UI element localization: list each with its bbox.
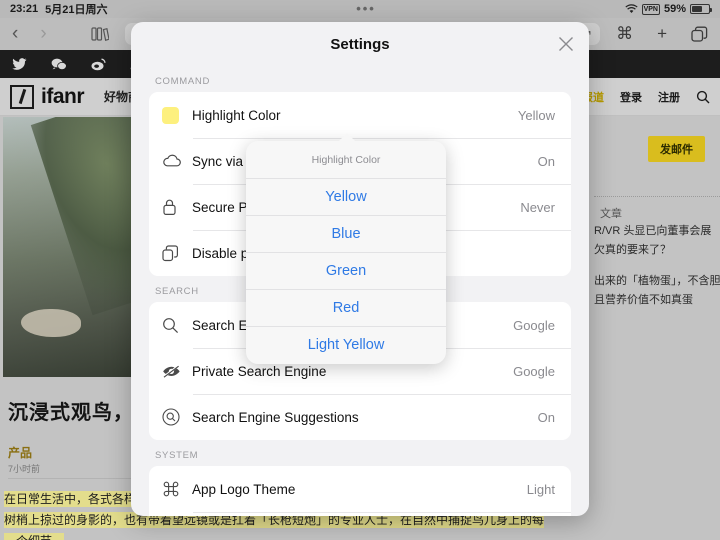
row-search-engine-suggestions[interactable]: Search Engine Suggestions On — [149, 394, 571, 440]
eye-slash-icon — [162, 364, 192, 378]
right-column-heading: 文章 — [600, 208, 622, 220]
row-value: Never — [520, 199, 555, 215]
site-nav-register[interactable]: 注册 — [658, 89, 680, 105]
row-app-logo-theme[interactable]: App Logo Theme Light — [149, 466, 571, 512]
highlight-line-3: 一个细节。 — [4, 533, 65, 540]
article-timestamp: 7小时前 — [8, 464, 41, 474]
popover-option-green[interactable]: Green — [246, 252, 446, 289]
search-icon — [162, 317, 192, 334]
search-circle-icon — [162, 408, 192, 426]
right-column-list: R/VR 头显已向董事会展 欠真的要来了？ 出来的「植物蛋」，不含胆 且营养价值… — [594, 222, 720, 322]
page-title: Settings — [330, 35, 390, 53]
article-category-tag[interactable]: 产品 — [8, 444, 32, 461]
row-value: On — [537, 153, 555, 169]
popover-option-light-yellow[interactable]: Light Yellow — [246, 326, 446, 363]
site-brand: ifanr — [41, 84, 85, 108]
list-item[interactable]: R/VR 头显已向董事会展 — [594, 225, 711, 237]
row-highlight-color[interactable]: Highlight Color Yellow — [149, 92, 571, 138]
row-label: Search Engine Suggestions — [192, 409, 359, 425]
chevron-left-icon[interactable]: ‹ — [12, 23, 18, 45]
ifanr-logo-icon — [10, 84, 34, 109]
row-default-browser-settings[interactable]: Default Browser Settings Open — [149, 512, 571, 516]
row-label: Private Search Engine — [192, 363, 327, 379]
command-icon[interactable]: ⌘ — [616, 24, 633, 44]
list-item[interactable]: 出来的「植物蛋」，不含胆 — [594, 275, 720, 287]
popover-option-yellow[interactable]: Yellow — [246, 178, 446, 215]
row-label: App Logo Theme — [192, 481, 296, 497]
status-bar: 23:21 5月21日周六 ••• VPN 59% — [0, 0, 720, 18]
status-time: 23:21 — [10, 3, 39, 15]
battery-icon — [690, 4, 712, 14]
highlight-line-1: 在日常生活中，各式各样的 — [4, 491, 149, 507]
list-item[interactable]: 且营养价值不如真蛋 — [594, 294, 693, 306]
status-date: 5月21日周六 — [45, 4, 108, 16]
book-sidebar-icon[interactable] — [91, 26, 109, 42]
popover-option-red[interactable]: Red — [246, 289, 446, 326]
row-value: Light — [526, 481, 555, 497]
settings-group-system: App Logo Theme Light Default Browser Set… — [149, 466, 571, 516]
wifi-icon — [624, 4, 638, 14]
pinch-icon — [162, 244, 192, 262]
cloud-icon — [162, 154, 192, 168]
twitter-icon[interactable] — [12, 57, 27, 71]
send-mail-button[interactable]: 发邮件 — [648, 136, 705, 162]
screen: 23:21 5月21日周六 ••• VPN 59% ‹ › ⌘ + ifanr … — [0, 0, 720, 540]
chevron-right-icon[interactable]: › — [40, 23, 46, 45]
list-item[interactable]: 欠真的要来了？ — [594, 244, 671, 256]
vpn-badge: VPN — [641, 3, 660, 15]
multitask-handle[interactable]: ••• — [108, 2, 625, 15]
weibo-icon[interactable] — [91, 58, 106, 71]
close-icon[interactable] — [557, 35, 575, 53]
row-value: Google — [513, 317, 555, 333]
wechat-icon[interactable] — [51, 58, 67, 71]
row-value: Google — [513, 363, 555, 379]
popover-option-blue[interactable]: Blue — [246, 215, 446, 252]
search-icon[interactable] — [696, 90, 710, 104]
highlight-color-popover: Highlight Color Yellow Blue Green Red Li… — [246, 133, 446, 364]
tabs-icon[interactable] — [691, 26, 708, 43]
battery-percent: 59% — [663, 3, 686, 15]
lock-icon — [162, 198, 192, 216]
row-value: Yellow — [517, 107, 555, 123]
command-icon — [162, 480, 192, 498]
divider-dotted — [594, 196, 720, 197]
section-label-system: SYSTEM — [155, 450, 199, 461]
row-value: On — [537, 409, 555, 425]
plus-icon[interactable]: + — [657, 24, 667, 44]
color-swatch-icon — [162, 106, 192, 124]
modal-header: Settings — [131, 22, 589, 66]
popover-title: Highlight Color — [311, 153, 381, 166]
site-nav-login[interactable]: 登录 — [620, 89, 642, 105]
section-label-command: COMMAND — [155, 76, 211, 87]
row-label: Highlight Color — [192, 107, 281, 123]
